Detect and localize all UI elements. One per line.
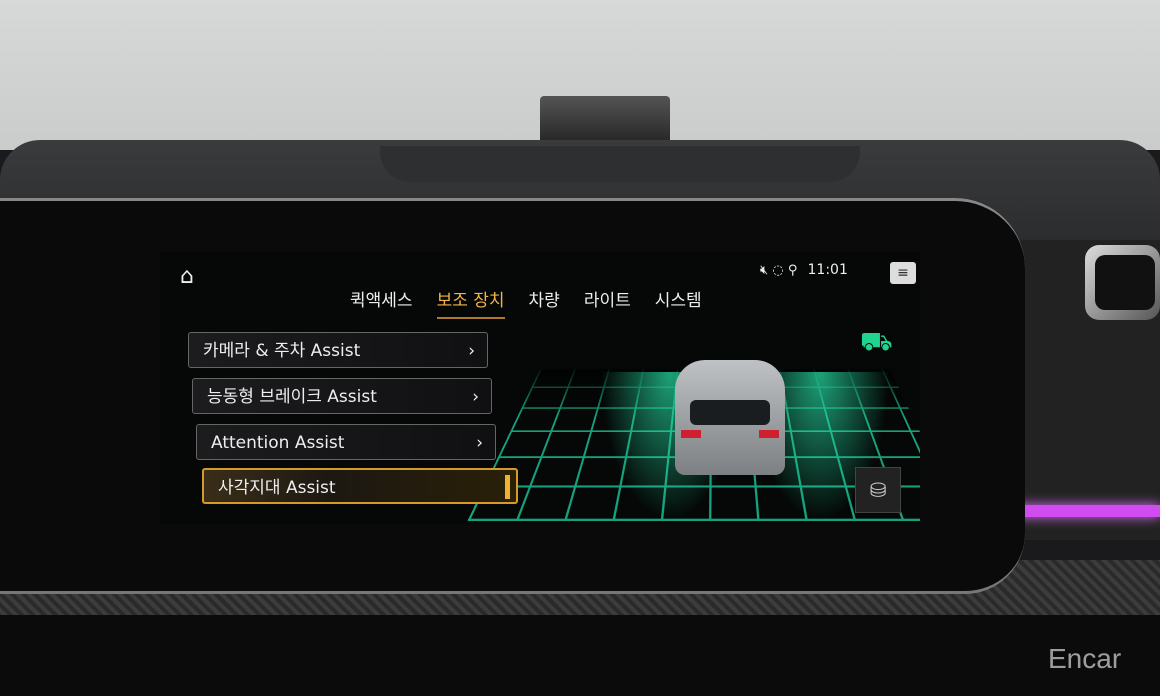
menu-item-blind-spot[interactable]: 사각지대 Assist [202, 468, 518, 504]
seat-icon: ⚲ [787, 263, 798, 278]
chevron-right-icon: › [472, 387, 479, 407]
tab-bar: 퀵액세스 보조 장치 차량 라이트 시스템 [350, 286, 702, 319]
menu-item-label: 카메라 & 주차 Assist [203, 341, 361, 361]
camera-mount [540, 96, 670, 146]
tab-lights[interactable]: 라이트 [584, 286, 631, 319]
speaker-grille [380, 146, 860, 182]
selection-indicator [505, 475, 510, 499]
infotainment-screen: ⌂ 🔇︎ ◌ ⚲ 11:01 ≡ 퀵액세스 보조 장치 차량 라이트 시스템 카… [160, 252, 920, 524]
car-image [675, 360, 785, 475]
control-knob [1085, 245, 1160, 320]
chevron-right-icon: › [468, 341, 475, 361]
status-bar: 🔇︎ ◌ ⚲ 11:01 [760, 262, 848, 278]
gps-icon: ◌ [772, 263, 784, 278]
tab-vehicle[interactable]: 차량 [529, 286, 560, 319]
message-icon[interactable]: ≡ [890, 262, 916, 284]
tab-quick-access[interactable]: 퀵액세스 [350, 286, 413, 319]
menu-item-label: 사각지대 Assist [218, 478, 336, 498]
camera-view-button[interactable]: ⛁ [855, 467, 901, 513]
home-icon[interactable]: ⌂ [180, 264, 194, 289]
menu-item-label: Attention Assist [211, 433, 345, 453]
clock: 11:01 [807, 262, 848, 278]
chevron-right-icon: › [476, 433, 483, 453]
menu-item-label: 능동형 브레이크 Assist [207, 387, 377, 407]
menu-item-active-brake[interactable]: 능동형 브레이크 Assist › [192, 378, 492, 414]
watermark: Encar [1048, 643, 1122, 674]
blind-spot-status-icon: ⛟ [860, 327, 893, 357]
mute-icon: 🔇︎ [760, 263, 769, 278]
menu-item-attention-assist[interactable]: Attention Assist › [196, 424, 496, 460]
tab-assist[interactable]: 보조 장치 [436, 286, 505, 319]
tab-system[interactable]: 시스템 [655, 286, 702, 319]
lower-console [0, 615, 1160, 696]
menu-item-camera-parking[interactable]: 카메라 & 주차 Assist › [188, 332, 488, 368]
